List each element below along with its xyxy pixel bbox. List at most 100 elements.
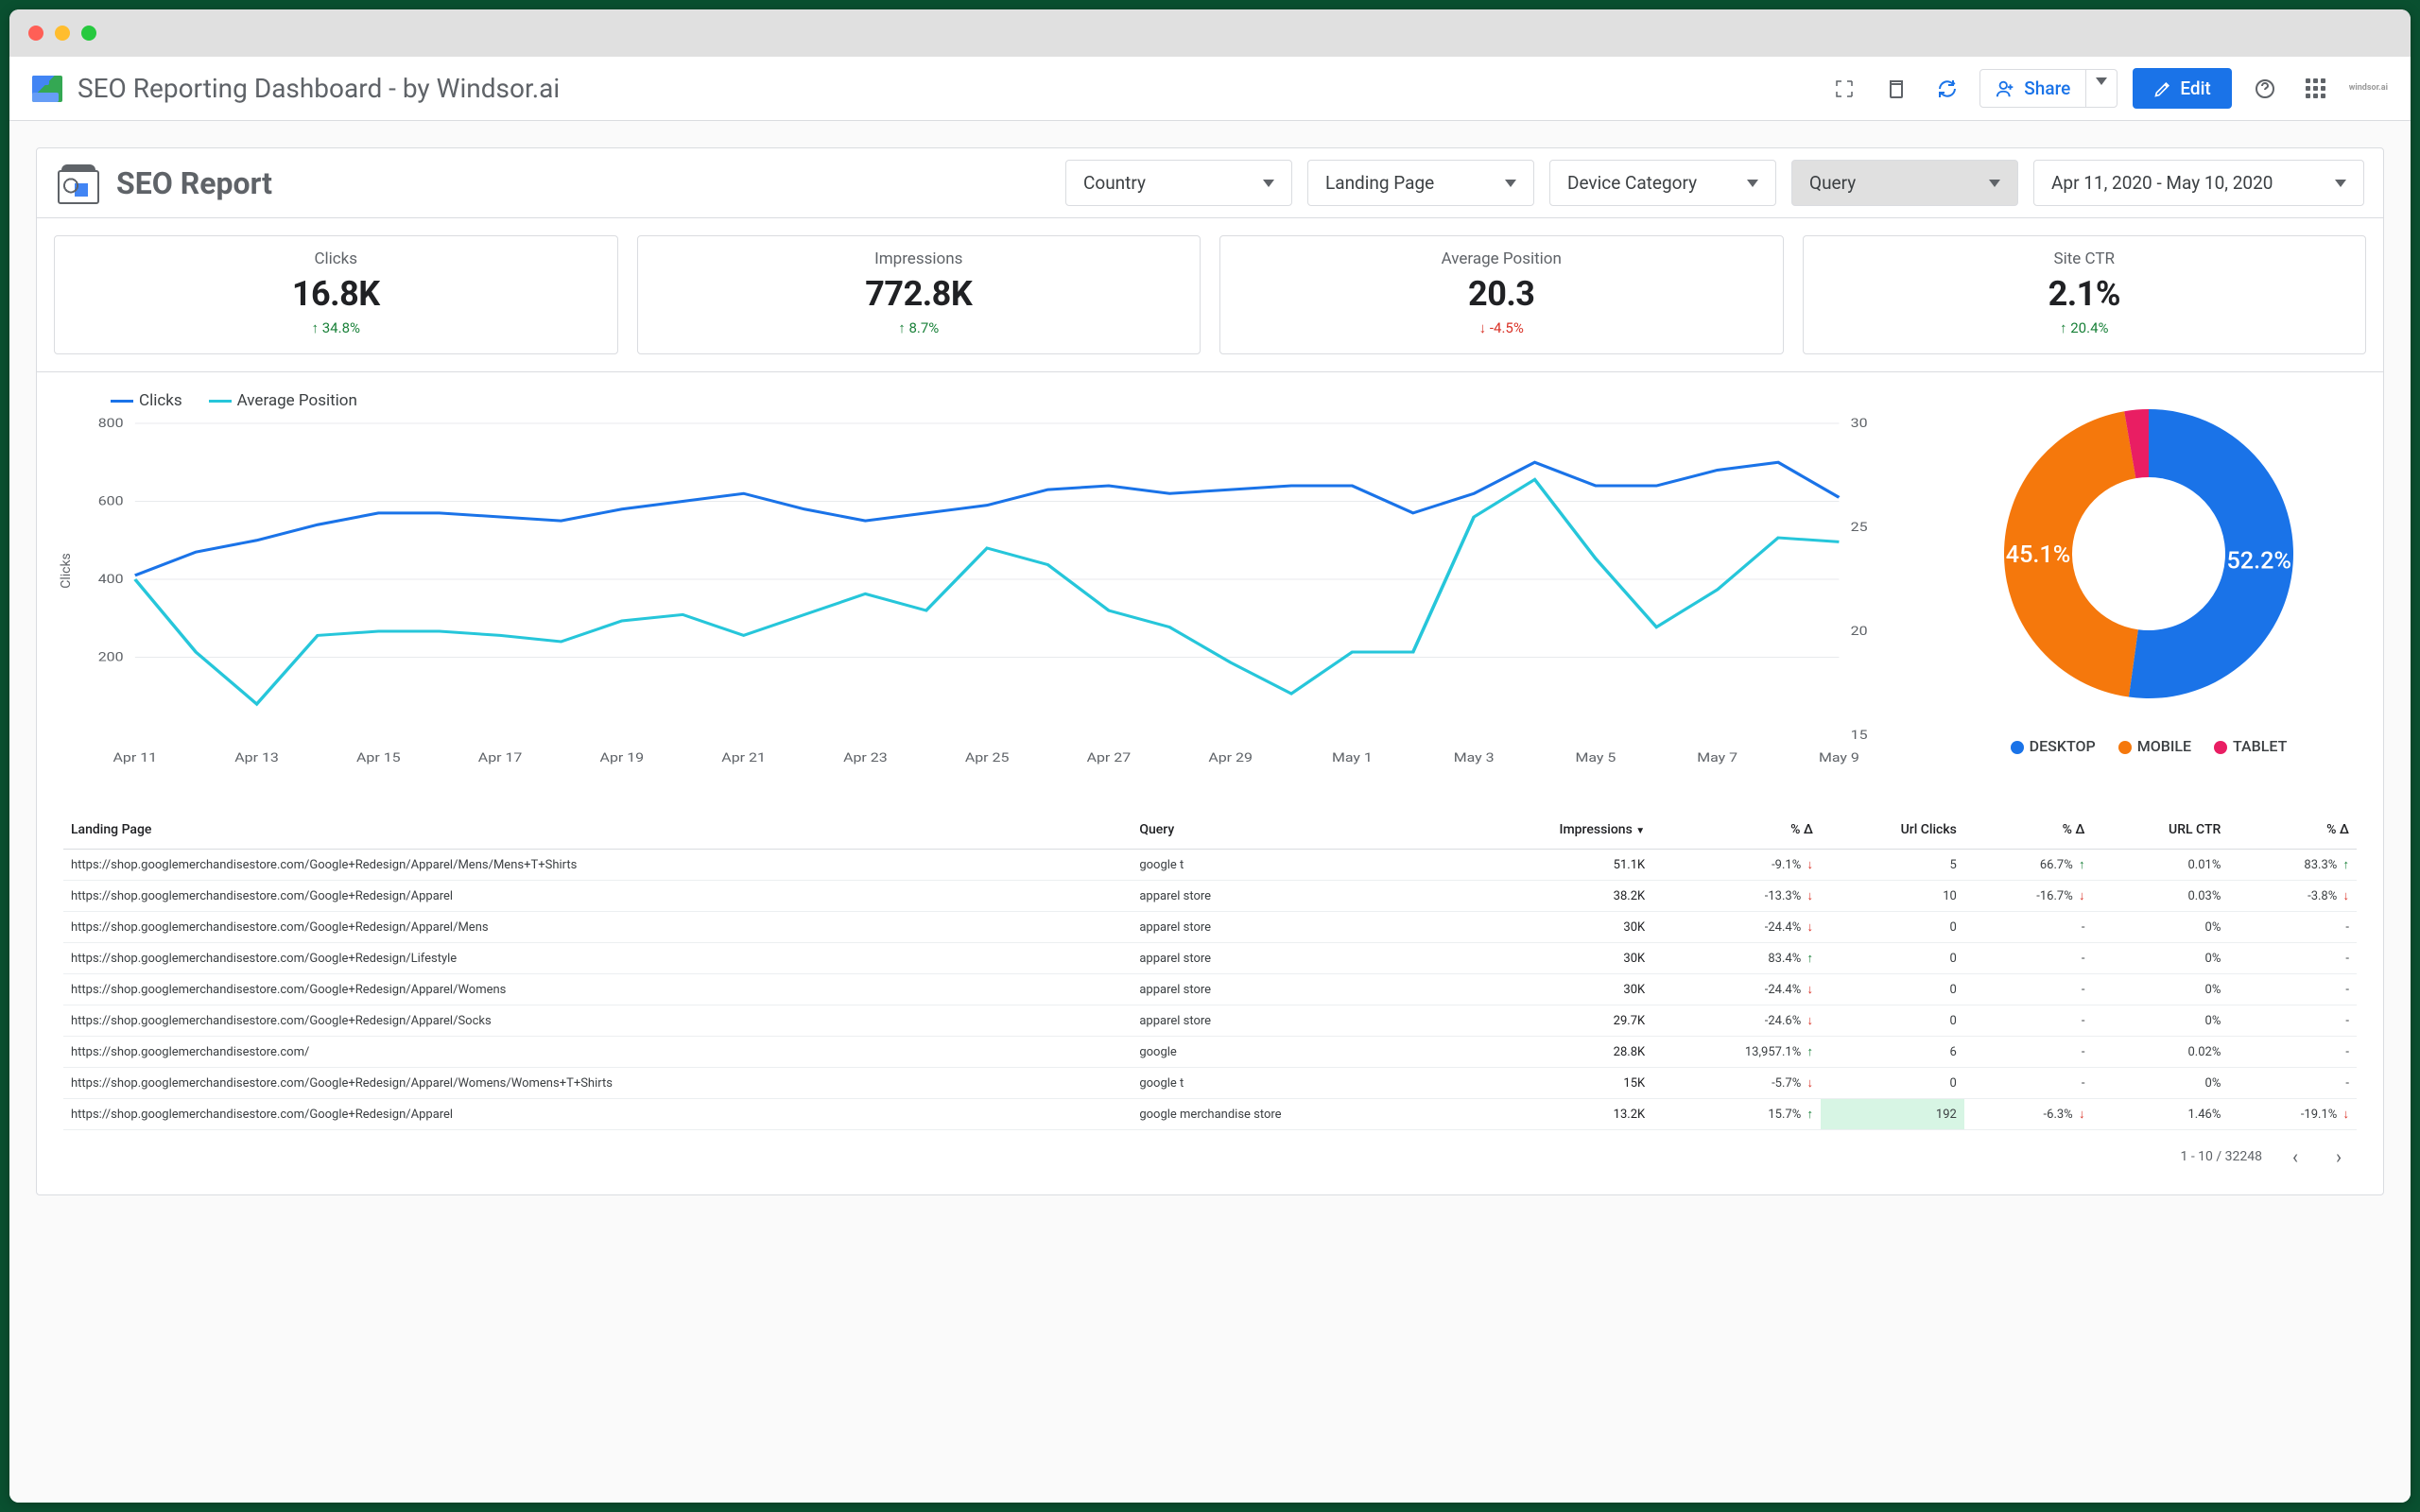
table-header-cell[interactable]: % Δ	[1652, 811, 1821, 850]
line-chart[interactable]: Clicks Clicks Average Position 200400600…	[54, 384, 1909, 781]
pager-next-button[interactable]: ›	[2328, 1142, 2349, 1172]
kpi-card: Average Position 20.3 -4.5%	[1219, 235, 1784, 354]
table-row[interactable]: https://shop.googlemerchandisestore.com/…	[63, 1099, 2357, 1130]
table-header-cell[interactable]: Impressions ▼	[1449, 811, 1652, 850]
caret-down-icon	[1263, 180, 1274, 187]
cell-impressions: 29.7K	[1449, 1005, 1652, 1037]
table-header-cell[interactable]: % Δ	[2228, 811, 2357, 850]
table-body: https://shop.googlemerchandisestore.com/…	[63, 850, 2357, 1130]
line-chart-legend: Clicks Average Position	[54, 384, 1909, 414]
table-header-cell[interactable]: URL CTR	[2092, 811, 2228, 850]
caret-down-icon	[2096, 77, 2107, 85]
cell-delta-2: -16.7% ↓	[1964, 881, 2093, 912]
refresh-button[interactable]	[1928, 71, 1964, 107]
copy-icon	[1885, 78, 1906, 99]
table-row[interactable]: https://shop.googlemerchandisestore.com/…	[63, 943, 2357, 974]
table-row[interactable]: https://shop.googlemerchandisestore.com/…	[63, 1037, 2357, 1068]
svg-text:15: 15	[1851, 728, 1868, 742]
close-window-icon[interactable]	[28, 26, 43, 41]
edit-label: Edit	[2180, 77, 2210, 99]
copy-button[interactable]	[1877, 71, 1913, 107]
svg-text:May 3: May 3	[1454, 750, 1495, 765]
cell-url-ctr: 0%	[2092, 912, 2228, 943]
cell-query: apparel store	[1132, 1005, 1449, 1037]
kpi-card: Site CTR 2.1% 20.4%	[1803, 235, 2367, 354]
filter-query-label: Query	[1809, 172, 1856, 194]
y-axis-label: Clicks	[59, 553, 74, 589]
cell-clicks: 0	[1821, 912, 1964, 943]
table-header-cell[interactable]: Query	[1132, 811, 1449, 850]
filter-country-label: Country	[1083, 172, 1146, 194]
date-range-picker[interactable]: Apr 11, 2020 - May 10, 2020	[2033, 160, 2364, 206]
cell-landing-page: https://shop.googlemerchandisestore.com/…	[63, 850, 1132, 881]
svg-text:Apr 17: Apr 17	[478, 750, 523, 765]
share-dropdown-button[interactable]	[2085, 70, 2117, 107]
table-row[interactable]: https://shop.googlemerchandisestore.com/…	[63, 912, 2357, 943]
filter-landing-page[interactable]: Landing Page	[1307, 160, 1534, 206]
cell-clicks: 0	[1821, 1005, 1964, 1037]
filter-device[interactable]: Device Category	[1549, 160, 1776, 206]
table-row[interactable]: https://shop.googlemerchandisestore.com/…	[63, 881, 2357, 912]
table-row[interactable]: https://shop.googlemerchandisestore.com/…	[63, 850, 2357, 881]
donut-chart[interactable]: 52.2%45.1% DESKTOP MOBILE TABLET	[1931, 384, 2366, 781]
svg-text:May 5: May 5	[1575, 750, 1616, 765]
table-header-cell[interactable]: % Δ	[1964, 811, 2093, 850]
cell-clicks: 5	[1821, 850, 1964, 881]
edit-button[interactable]: Edit	[2133, 68, 2231, 109]
cell-delta-2: -6.3% ↓	[1964, 1099, 2093, 1130]
cell-delta-2: -	[1964, 974, 2093, 1005]
cell-url-ctr: 0%	[2092, 943, 2228, 974]
windsor-logo: windsor.ai	[2349, 84, 2388, 93]
cell-delta-1: 83.4% ↑	[1652, 943, 1821, 974]
data-table-wrap: Landing PageQueryImpressions ▼% ΔUrl Cli…	[37, 792, 2383, 1194]
filter-country[interactable]: Country	[1065, 160, 1292, 206]
cell-impressions: 28.8K	[1449, 1037, 1652, 1068]
cell-query: google t	[1132, 1068, 1449, 1099]
svg-text:Apr 13: Apr 13	[234, 750, 279, 765]
fullscreen-button[interactable]	[1826, 71, 1862, 107]
filter-device-label: Device Category	[1567, 172, 1697, 194]
help-icon	[2255, 78, 2275, 99]
refresh-icon	[1936, 78, 1957, 99]
cell-delta-3: -	[2228, 943, 2357, 974]
svg-text:Apr 11: Apr 11	[113, 750, 158, 765]
cell-delta-1: -24.4% ↓	[1652, 974, 1821, 1005]
cell-impressions: 30K	[1449, 974, 1652, 1005]
kpi-label: Impressions	[638, 249, 1201, 268]
svg-text:400: 400	[98, 572, 124, 586]
svg-text:30: 30	[1851, 416, 1868, 430]
table-row[interactable]: https://shop.googlemerchandisestore.com/…	[63, 1068, 2357, 1099]
caret-down-icon	[2335, 180, 2346, 187]
table-row[interactable]: https://shop.googlemerchandisestore.com/…	[63, 1005, 2357, 1037]
kpi-label: Average Position	[1220, 249, 1783, 268]
cell-delta-3: -3.8% ↓	[2228, 881, 2357, 912]
cell-impressions: 13.2K	[1449, 1099, 1652, 1130]
cell-query: apparel store	[1132, 881, 1449, 912]
kpi-card: Clicks 16.8K 34.8%	[54, 235, 618, 354]
cell-impressions: 30K	[1449, 943, 1652, 974]
cell-url-ctr: 0%	[2092, 1068, 2228, 1099]
svg-text:Apr 25: Apr 25	[965, 750, 1010, 765]
kpi-delta: 34.8%	[55, 319, 617, 336]
pencil-icon	[2153, 79, 2172, 98]
table-row[interactable]: https://shop.googlemerchandisestore.com/…	[63, 974, 2357, 1005]
apps-button[interactable]	[2298, 71, 2334, 107]
minimize-window-icon[interactable]	[55, 26, 70, 41]
help-button[interactable]	[2247, 71, 2283, 107]
zoom-window-icon[interactable]	[81, 26, 96, 41]
cell-delta-1: -5.7% ↓	[1652, 1068, 1821, 1099]
cell-delta-1: -13.3% ↓	[1652, 881, 1821, 912]
cell-url-ctr: 1.46%	[2092, 1099, 2228, 1130]
cell-query: google t	[1132, 850, 1449, 881]
table-pager: 1 - 10 / 32248 ‹ ›	[63, 1130, 2357, 1176]
caret-down-icon	[1747, 180, 1758, 187]
pager-prev-button[interactable]: ‹	[2285, 1142, 2306, 1172]
filter-query[interactable]: Query	[1791, 160, 2018, 206]
cell-delta-3: 83.3% ↑	[2228, 850, 2357, 881]
share-button[interactable]: Share	[1980, 70, 2085, 107]
table-header-cell[interactable]: Url Clicks	[1821, 811, 1964, 850]
seo-toolbox-icon	[56, 161, 101, 206]
svg-text:Apr 19: Apr 19	[600, 750, 645, 765]
cell-landing-page: https://shop.googlemerchandisestore.com/…	[63, 912, 1132, 943]
table-header-cell[interactable]: Landing Page	[63, 811, 1132, 850]
